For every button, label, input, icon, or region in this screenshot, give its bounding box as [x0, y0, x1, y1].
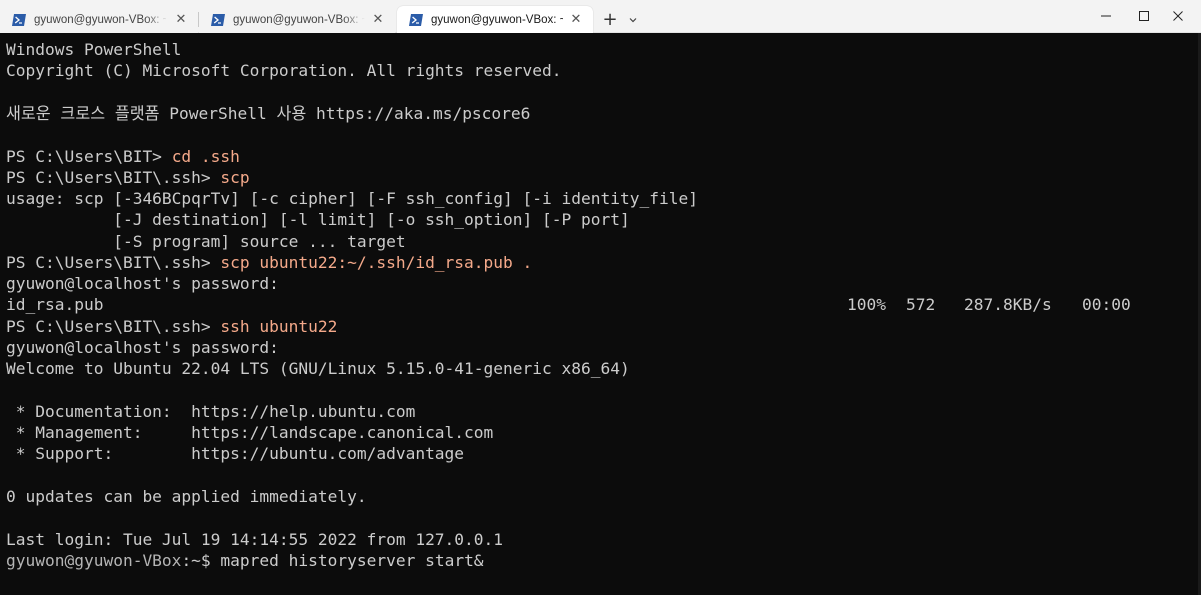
close-icon[interactable]: ✕: [174, 12, 188, 26]
terminal-window: gyuwon@gyuwon-VBox: ~/ha ✕ gyuwon@gyuwon…: [0, 0, 1201, 595]
scp-usage-line-2: [-J destination] [-l limit] [-o ssh_opti…: [6, 210, 630, 229]
tab-title: gyuwon@gyuwon-VBox: ~: [431, 13, 563, 26]
motd-support: * Support: https://ubuntu.com/advantage: [6, 444, 465, 463]
ps-prompt: PS C:\Users\BIT\.ssh>: [6, 317, 221, 336]
close-window-button[interactable]: [1155, 0, 1201, 32]
scp-usage-line-1: usage: scp [-346BCpqrTv] [-c cipher] [-F…: [6, 189, 698, 208]
terminal-output[interactable]: Windows PowerShell Copyright (C) Microso…: [0, 33, 1201, 595]
ubuntu-welcome: Welcome to Ubuntu 22.04 LTS (GNU/Linux 5…: [6, 359, 630, 378]
ps-banner-promo: 새로운 크로스 플랫폼 PowerShell 사용 https://aka.ms…: [6, 104, 531, 123]
ps-prompt: PS C:\Users\BIT>: [6, 147, 172, 166]
bash-prompt-user: gyuwon@gyuwon-VBox: [6, 551, 182, 570]
maximize-icon: [1139, 11, 1149, 21]
transfer-speed: 287.8KB/s: [964, 295, 1052, 314]
powershell-icon: [211, 13, 225, 26]
terminal-line-cd: PS C:\Users\BIT> cd .ssh: [6, 146, 240, 167]
ps-banner-title: Windows PowerShell: [6, 40, 182, 59]
powershell-icon: [12, 13, 26, 26]
command-text: ssh ubuntu22: [220, 317, 338, 336]
last-login: Last login: Tue Jul 19 14:14:55 2022 fro…: [6, 530, 504, 549]
tab-3-active[interactable]: gyuwon@gyuwon-VBox: ~ ✕: [397, 6, 593, 33]
transfer-size: 572: [906, 295, 936, 314]
chevron-down-icon[interactable]: [625, 12, 641, 28]
terminal-line-mapred: gyuwon@gyuwon-VBox:~$ mapred historyserv…: [6, 550, 484, 571]
close-icon[interactable]: ✕: [569, 12, 583, 26]
command-text: cd .ssh: [171, 147, 240, 166]
motd-documentation: * Documentation: https://help.ubuntu.com: [6, 402, 416, 421]
transfer-file: id_rsa.pub: [6, 295, 104, 314]
tab-2[interactable]: gyuwon@gyuwon-VBox: ~/da ✕: [199, 6, 395, 33]
transfer-percent: 100%: [847, 295, 886, 314]
minimize-icon: [1101, 15, 1111, 17]
tab-title-fade: [343, 6, 365, 33]
command-text: scp: [220, 168, 250, 187]
password-prompt: gyuwon@localhost's password:: [6, 274, 279, 293]
password-prompt: gyuwon@localhost's password:: [6, 338, 279, 357]
terminal-line-scp-copy: PS C:\Users\BIT\.ssh> scp ubuntu22:~/.ss…: [6, 252, 532, 273]
terminal-line-scp: PS C:\Users\BIT\.ssh> scp: [6, 167, 250, 188]
motd-updates: 0 updates can be applied immediately.: [6, 487, 367, 506]
ps-prompt: PS C:\Users\BIT\.ssh>: [6, 253, 221, 272]
close-icon: [1173, 11, 1183, 21]
command-text: scp ubuntu22:~/.ssh/id_rsa.pub .: [220, 253, 533, 272]
terminal-line-ssh: PS C:\Users\BIT\.ssh> ssh ubuntu22: [6, 316, 337, 337]
title-bar: gyuwon@gyuwon-VBox: ~/ha ✕ gyuwon@gyuwon…: [0, 0, 1201, 33]
command-text: mapred historyserver start&: [220, 551, 484, 570]
powershell-icon: [409, 13, 423, 26]
new-tab-button[interactable]: +: [600, 9, 620, 30]
motd-management: * Management: https://landscape.canonica…: [6, 423, 494, 442]
ps-banner-copyright: Copyright (C) Microsoft Corporation. All…: [6, 61, 562, 80]
tab-1[interactable]: gyuwon@gyuwon-VBox: ~/ha ✕: [0, 6, 198, 33]
transfer-eta: 00:00: [1082, 295, 1131, 314]
tab-title-fade: [146, 6, 168, 33]
scp-usage-line-3: [-S program] source ... target: [6, 232, 406, 251]
close-icon[interactable]: ✕: [371, 12, 385, 26]
bash-prompt-path: :~$: [181, 551, 221, 570]
ps-prompt: PS C:\Users\BIT\.ssh>: [6, 168, 221, 187]
